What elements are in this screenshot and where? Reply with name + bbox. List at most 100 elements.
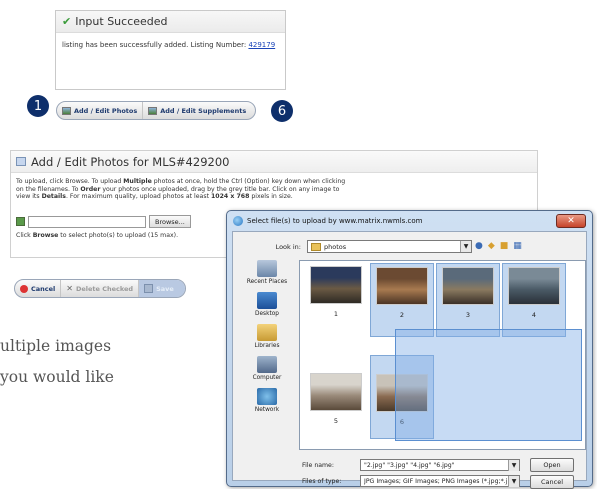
instr-text-7: pixels in size. bbox=[249, 193, 293, 200]
delete-icon: ✕ bbox=[66, 284, 73, 293]
save-label: Save bbox=[156, 284, 174, 293]
instr-text-3: on the filenames. To bbox=[16, 185, 81, 193]
success-panel: ✔ Input Succeeded listing has been succe… bbox=[55, 10, 286, 90]
photo-thumbnail bbox=[310, 266, 362, 304]
back-icon[interactable]: ● bbox=[475, 241, 483, 251]
look-in-select[interactable]: photos ▼ bbox=[307, 240, 472, 253]
look-in-label: Look in: bbox=[275, 242, 301, 251]
panel-icon bbox=[16, 157, 26, 166]
instr-text-2: photos at once, hold the Ctrl (Option) k… bbox=[151, 178, 346, 185]
success-message-text: listing has been successfully added. Lis… bbox=[62, 41, 249, 49]
instr-size: 1024 x 768 bbox=[210, 193, 250, 200]
photo-thumbnail bbox=[376, 267, 428, 305]
photo-icon bbox=[62, 106, 71, 115]
file-type-row: Files of type: JPG Images; GIF Images; P… bbox=[302, 475, 520, 487]
delete-checked-label: Delete Checked bbox=[75, 284, 134, 293]
dialog-body: Look in: photos ▼ ● ◆ ■ ▦ Recent Places … bbox=[232, 231, 587, 489]
place-computer[interactable]: Computer bbox=[252, 356, 282, 381]
add-file-icon bbox=[16, 217, 25, 226]
file-name-value: "2.jpg" "3.jpg" "4.jpg" "6.jpg" bbox=[364, 461, 455, 469]
file-label: 4 bbox=[531, 311, 537, 319]
success-header: ✔ Input Succeeded bbox=[56, 11, 285, 33]
place-recent-places[interactable]: Recent Places bbox=[247, 260, 287, 285]
chevron-down-icon: ▼ bbox=[508, 460, 519, 471]
hint-browse: Browse bbox=[32, 232, 59, 239]
file-upload-dialog: Select file(s) to upload by www.matrix.n… bbox=[226, 210, 593, 489]
instr-text-5: view its bbox=[16, 193, 42, 200]
dialog-cancel-button[interactable]: Cancel bbox=[530, 475, 574, 489]
body-text-line-1: ultiple images bbox=[0, 337, 112, 355]
place-computer-label: Computer bbox=[252, 375, 282, 381]
file-thumb-4[interactable]: 4 bbox=[502, 263, 566, 337]
place-libraries[interactable]: Libraries bbox=[254, 324, 280, 349]
dialog-toolbar: ● ◆ ■ ▦ bbox=[475, 241, 522, 251]
listing-number-link[interactable]: 429179 bbox=[248, 41, 275, 49]
photo-thumbnail bbox=[310, 373, 362, 411]
panel-title-text: Add / Edit Photos for MLS#429200 bbox=[31, 154, 230, 169]
add-edit-photos-label: Add / Edit Photos bbox=[74, 106, 138, 115]
cancel-icon bbox=[20, 284, 28, 293]
file-thumb-5[interactable]: 5 bbox=[304, 373, 368, 443]
file-type-value: JPG Images; GIF Images; PNG Images (*.jp… bbox=[364, 477, 508, 485]
instr-multiple: Multiple bbox=[123, 178, 152, 185]
open-button[interactable]: Open bbox=[530, 458, 574, 472]
save-button[interactable]: Save bbox=[139, 280, 185, 297]
file-name-label: File name: bbox=[302, 461, 334, 469]
place-network[interactable]: Network bbox=[255, 388, 279, 413]
cancel-label: Cancel bbox=[31, 284, 56, 293]
file-thumb-1[interactable]: 1 bbox=[304, 266, 368, 334]
up-folder-icon[interactable]: ◆ bbox=[488, 241, 495, 251]
file-type-select[interactable]: JPG Images; GIF Images; PNG Images (*.jp… bbox=[360, 475, 520, 487]
check-icon: ✔ bbox=[62, 15, 72, 28]
step-marker-1: 1 bbox=[27, 95, 49, 117]
place-libraries-label: Libraries bbox=[254, 343, 280, 349]
new-folder-icon[interactable]: ■ bbox=[500, 241, 509, 251]
delete-checked-button[interactable]: ✕ Delete Checked bbox=[61, 280, 140, 297]
libraries-icon bbox=[256, 324, 277, 341]
add-edit-photos-button[interactable]: Add / Edit Photos bbox=[57, 102, 144, 119]
hint-text-2: to select photo(s) to upload (15 max). bbox=[58, 232, 179, 239]
panel-title: Add / Edit Photos for MLS#429200 bbox=[11, 151, 537, 173]
supplements-icon bbox=[148, 106, 158, 115]
instr-text-6: . For maximum quality, upload photos at … bbox=[65, 193, 211, 200]
drag-selection-rectangle bbox=[395, 329, 582, 441]
file-label: 5 bbox=[333, 417, 339, 425]
file-path-input[interactable] bbox=[28, 215, 146, 228]
upload-instructions: To upload, click Browse. To upload Multi… bbox=[11, 173, 537, 201]
chevron-down-icon: ▼ bbox=[460, 241, 471, 252]
file-thumb-2[interactable]: 2 bbox=[370, 263, 434, 337]
file-label: 3 bbox=[465, 311, 471, 319]
add-edit-supplements-label: Add / Edit Supplements bbox=[160, 106, 247, 115]
instr-text-1: To upload, click Browse. To upload bbox=[16, 178, 124, 185]
recent-places-icon bbox=[257, 260, 277, 277]
body-text-line-2: you would like bbox=[0, 368, 114, 386]
network-icon bbox=[257, 388, 277, 405]
look-in-row: Look in: photos ▼ bbox=[243, 240, 472, 253]
photo-thumbnail bbox=[508, 267, 560, 305]
photo-buttons-group: Add / Edit Photos Add / Edit Supplements bbox=[56, 101, 256, 120]
file-list: 1 2 3 4 5 6 bbox=[299, 260, 586, 450]
success-message: listing has been successfully added. Lis… bbox=[56, 33, 285, 57]
instr-order: Order bbox=[80, 185, 101, 193]
places-bar: Recent Places Desktop Libraries Computer… bbox=[241, 260, 293, 450]
hint-text-1: Click bbox=[16, 232, 33, 239]
dialog-titlebar[interactable]: Select file(s) to upload by www.matrix.n… bbox=[227, 211, 592, 231]
add-edit-supplements-button[interactable]: Add / Edit Supplements bbox=[143, 102, 251, 119]
file-thumb-3[interactable]: 3 bbox=[436, 263, 500, 337]
browse-button[interactable]: Browse... bbox=[149, 215, 191, 228]
photo-thumbnail bbox=[442, 267, 494, 305]
place-desktop[interactable]: Desktop bbox=[255, 292, 279, 317]
place-network-label: Network bbox=[254, 407, 280, 413]
dialog-close-button[interactable]: ✕ bbox=[556, 214, 586, 228]
file-type-label: Files of type: bbox=[302, 477, 342, 485]
look-in-value: photos bbox=[324, 242, 347, 251]
browser-icon bbox=[233, 216, 243, 226]
view-menu-icon[interactable]: ▦ bbox=[513, 241, 522, 251]
file-name-row: File name: "2.jpg" "3.jpg" "4.jpg" "6.jp… bbox=[302, 459, 520, 471]
file-name-input[interactable]: "2.jpg" "3.jpg" "4.jpg" "6.jpg" ▼ bbox=[360, 459, 520, 471]
file-label: 2 bbox=[399, 311, 405, 319]
cancel-button[interactable]: Cancel bbox=[15, 280, 62, 297]
instr-text-4: your photos once uploaded, drag by the g… bbox=[100, 185, 340, 193]
instr-details: Details bbox=[41, 193, 66, 200]
success-title: Input Succeeded bbox=[75, 15, 168, 28]
